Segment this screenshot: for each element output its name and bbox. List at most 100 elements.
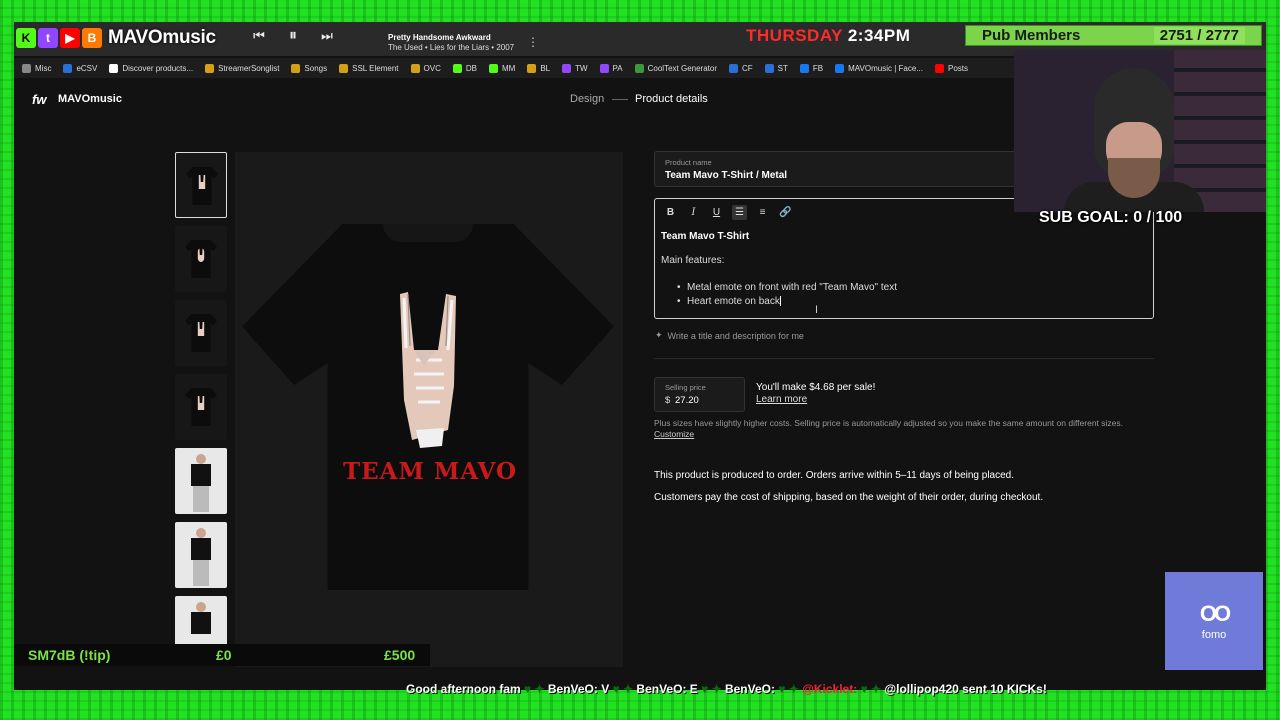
bookmark-item[interactable]: PA	[599, 63, 623, 73]
plus-size-note: Plus sizes have slightly higher costs. S…	[654, 418, 1123, 439]
tip-current: £0	[216, 647, 232, 663]
b-icon: B	[82, 28, 102, 48]
product-name-label: Product name	[665, 158, 712, 167]
step-product-details[interactable]: Product details	[635, 93, 708, 105]
bookmark-label: DB	[465, 63, 477, 73]
bookmark-favicon-icon	[729, 63, 738, 73]
chat-badge-icon: ♥ ✦	[857, 682, 885, 696]
selling-price-field[interactable]: Selling price $ 27.20	[654, 377, 745, 412]
bullet-list-icon[interactable]: ☰	[732, 205, 747, 220]
chat-badge-icon: ♥ ✦	[697, 682, 725, 696]
app-header: fw MAVOmusic Design Product details	[14, 84, 1014, 114]
description-bullet-list: Metal emote on front with red "Team Mavo…	[677, 281, 897, 309]
bookmark-item[interactable]: StreamerSonglist	[205, 63, 279, 73]
bookmark-item[interactable]: Discover products...	[109, 63, 194, 73]
thumbnail-6[interactable]	[175, 522, 227, 588]
bookmark-label: Discover products...	[122, 63, 194, 73]
bookmark-label: BL	[540, 63, 551, 73]
thumbnail-1[interactable]	[175, 152, 227, 218]
bookmark-item[interactable]: Posts	[934, 63, 968, 73]
thumbnail-4[interactable]	[175, 374, 227, 440]
bookmark-item[interactable]: MM	[488, 63, 515, 73]
bookmark-item[interactable]: BL	[527, 63, 551, 73]
italic-icon[interactable]: I	[686, 205, 701, 220]
description-title: Team Mavo T-Shirt	[661, 231, 750, 242]
customize-link[interactable]: Customize	[654, 429, 694, 439]
day-label: THURSDAY	[746, 26, 843, 45]
bookmark-item[interactable]: OVC	[410, 63, 441, 73]
bookmark-label: CF	[742, 63, 753, 73]
shop-name[interactable]: MAVOmusic	[58, 93, 122, 105]
bullet-item: Heart emote on back	[677, 295, 897, 309]
ai-write-button[interactable]: ✦ Write a title and description for me	[655, 330, 804, 341]
bookmark-item[interactable]: ST	[764, 63, 788, 73]
bookmark-label: MAVOmusic | Face...	[848, 63, 923, 73]
bookmark-favicon-icon	[599, 63, 609, 73]
bookmark-favicon-icon	[205, 63, 215, 73]
pub-members-label: Pub Members	[982, 27, 1081, 44]
numbered-list-icon[interactable]: ≡	[755, 205, 770, 220]
step-divider	[612, 99, 628, 100]
bookmark-item[interactable]: TW	[562, 63, 588, 73]
step-design[interactable]: Design	[570, 93, 604, 105]
underline-icon[interactable]: U	[709, 205, 724, 220]
chat-badge-icon: ♥ ✦	[774, 682, 803, 696]
thumbnail-5[interactable]	[175, 448, 227, 514]
bookmark-label: Songs	[304, 63, 328, 73]
bookmark-favicon-icon	[634, 63, 644, 73]
bookmark-item[interactable]: eCSV	[63, 63, 98, 73]
earnings-text: You'll make $4.68 per sale!	[756, 382, 876, 393]
product-name-value[interactable]: Team Mavo T-Shirt / Metal	[665, 170, 787, 181]
link-icon[interactable]: 🔗	[778, 205, 793, 220]
fourthwall-logo[interactable]: fw	[32, 92, 46, 107]
sub-goal-display: SUB GOAL: 0 / 100	[1039, 209, 1183, 226]
social-logo-strip: K t ▶ B MAVOmusic	[16, 26, 216, 50]
tshirt-collar	[383, 224, 473, 242]
song-artist: The Used • Lies for the Liars • 2007	[388, 43, 515, 52]
bookmark-item[interactable]: MAVOmusic | Face...	[835, 63, 923, 73]
youtube-icon: ▶	[60, 28, 80, 48]
shipping-note: Customers pay the cost of shipping, base…	[654, 492, 1044, 503]
learn-more-link[interactable]: Learn more	[756, 394, 807, 405]
bold-icon[interactable]: B	[663, 205, 678, 220]
chat-message: BenVeO:	[724, 682, 775, 696]
player-menu-icon[interactable]: ⋮	[527, 35, 539, 49]
bookmark-item[interactable]: Misc	[22, 63, 51, 73]
next-track-icon[interactable]: ⏭	[318, 27, 336, 45]
thumbnail-2[interactable]	[175, 226, 227, 292]
currency-symbol: $	[665, 395, 671, 406]
bookmark-favicon-icon	[339, 63, 349, 73]
kick-icon: K	[16, 28, 36, 48]
previous-track-icon[interactable]: ⏮	[250, 27, 268, 45]
sparkle-icon: ✦	[655, 330, 663, 340]
chat-badge-icon: ♥ ✦	[524, 682, 548, 696]
bookmark-label: OVC	[423, 63, 441, 73]
metal-hand-graphic	[400, 292, 456, 448]
fomo-logo-icon: OO	[1199, 601, 1231, 626]
bookmark-item[interactable]: Songs	[291, 63, 328, 73]
text-cursor-icon: I	[815, 304, 819, 316]
bookmark-favicon-icon	[799, 63, 809, 73]
bookmark-item[interactable]: DB	[452, 63, 477, 73]
bookmark-item[interactable]: CoolText Generator	[634, 63, 717, 73]
bullet-item: Metal emote on front with red "Team Mavo…	[677, 281, 897, 295]
time-label: 2:34PM	[847, 26, 911, 45]
chat-message: @lollipop420 sent 10 KICKs!	[884, 682, 1047, 696]
fomo-label: fomo	[1201, 629, 1227, 641]
thumbnail-3[interactable]	[175, 300, 227, 366]
section-divider	[654, 358, 1154, 359]
tip-label: SM7dB (!tip)	[28, 647, 111, 663]
bookmark-label: eCSV	[76, 63, 98, 73]
pause-icon[interactable]: ⏸	[284, 27, 302, 45]
bookmark-item[interactable]: FB	[799, 63, 823, 73]
chat-message: BenVeO: V	[547, 682, 610, 696]
selling-price-value[interactable]: 27.20	[675, 395, 699, 406]
bookmark-item[interactable]: CF	[729, 63, 753, 73]
bookmark-item[interactable]: SSL Element	[339, 63, 399, 73]
chat-ticker-text: Good afternoon fam ♥ ✦ BenVeO: V ♥ ✦ Ben…	[406, 682, 1047, 696]
twitch-icon: t	[38, 28, 58, 48]
chat-badge-icon: ♥ ✦	[609, 682, 637, 696]
bookmark-favicon-icon	[562, 63, 572, 73]
chat-message: BenVeO: E	[636, 682, 698, 696]
webcam-overlay	[1014, 50, 1266, 212]
